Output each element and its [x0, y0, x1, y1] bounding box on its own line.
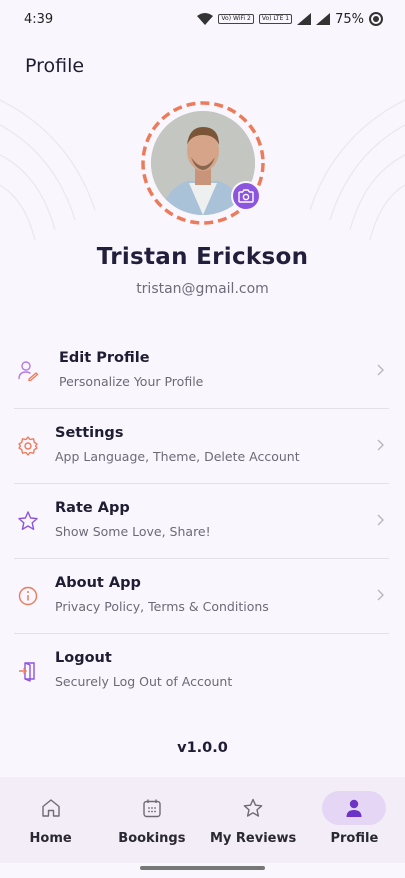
calendar-icon	[143, 799, 161, 818]
menu-item-subtitle: Personalize Your Profile	[59, 374, 204, 389]
star-icon	[18, 511, 38, 530]
star-icon	[243, 798, 263, 817]
status-bar: 4:39 Vo) WiFi 2 Vo) LTE 1 75%	[0, 0, 405, 38]
menu-item-rate-app[interactable]: Rate App Show Some Love, Share!	[0, 484, 405, 559]
lte-badge: Vo) LTE 1	[258, 14, 293, 24]
avatar-container	[140, 100, 266, 226]
nav-item-bookings[interactable]: Bookings	[101, 777, 202, 863]
nav-icon-container	[120, 791, 184, 825]
person-icon	[346, 799, 362, 817]
nav-label: My Reviews	[209, 831, 297, 846]
logout-icon	[19, 662, 35, 682]
nav-item-profile[interactable]: Profile	[304, 777, 405, 863]
menu-item-title: About App	[55, 575, 141, 591]
chevron-right-icon	[377, 439, 384, 451]
status-icons: Vo) WiFi 2 Vo) LTE 1 75%	[197, 12, 383, 27]
chevron-right-icon	[377, 589, 384, 601]
wifi-calling-badge: Vo) WiFi 2	[218, 14, 254, 24]
menu-item-title: Edit Profile	[59, 350, 150, 366]
home-indicator[interactable]	[140, 866, 265, 870]
camera-icon	[238, 189, 254, 203]
menu-item-title: Logout	[55, 650, 112, 666]
home-icon	[41, 799, 60, 817]
signal-icon-2	[316, 13, 331, 25]
signal-icon	[297, 13, 312, 25]
menu-item-about-app[interactable]: About App Privacy Policy, Terms & Condit…	[0, 559, 405, 634]
nav-icon-container	[221, 791, 285, 825]
chevron-right-icon	[377, 514, 384, 526]
battery-percent: 75%	[335, 11, 364, 27]
bottom-nav: Home Bookings My Reviews Profile	[0, 777, 405, 863]
menu-item-subtitle: Securely Log Out of Account	[55, 674, 233, 689]
nav-label: Profile	[330, 831, 379, 846]
menu-item-title: Rate App	[55, 500, 130, 516]
menu-item-logout[interactable]: Logout Securely Log Out of Account	[0, 634, 405, 709]
profile-menu: Edit Profile Personalize Your Profile Se…	[0, 334, 405, 709]
menu-item-subtitle: Privacy Policy, Terms & Conditions	[55, 599, 269, 614]
menu-item-subtitle: App Language, Theme, Delete Account	[55, 449, 300, 464]
wifi-icon	[197, 13, 214, 25]
nav-icon-container-active	[322, 791, 387, 825]
app-version: v1.0.0	[177, 740, 228, 756]
menu-item-title: Settings	[55, 425, 124, 441]
status-time: 4:39	[24, 11, 54, 27]
menu-item-settings[interactable]: Settings App Language, Theme, Delete Acc…	[0, 409, 405, 484]
nav-icon-container	[19, 791, 83, 825]
change-photo-button[interactable]	[231, 181, 261, 211]
nav-item-home[interactable]: Home	[0, 777, 101, 863]
battery-saver-icon	[369, 12, 383, 26]
user-edit-icon	[18, 361, 39, 382]
menu-item-edit-profile[interactable]: Edit Profile Personalize Your Profile	[0, 334, 405, 409]
gear-icon	[18, 436, 38, 456]
nav-label: Home	[29, 831, 72, 846]
user-name: Tristan Erickson	[96, 244, 309, 270]
nav-label: Bookings	[118, 831, 186, 846]
user-email: tristan@gmail.com	[136, 281, 269, 297]
page-title: Profile	[25, 55, 85, 77]
info-icon	[18, 586, 38, 606]
nav-item-my-reviews[interactable]: My Reviews	[203, 777, 304, 863]
menu-item-subtitle: Show Some Love, Share!	[55, 524, 211, 539]
chevron-right-icon	[377, 364, 384, 376]
